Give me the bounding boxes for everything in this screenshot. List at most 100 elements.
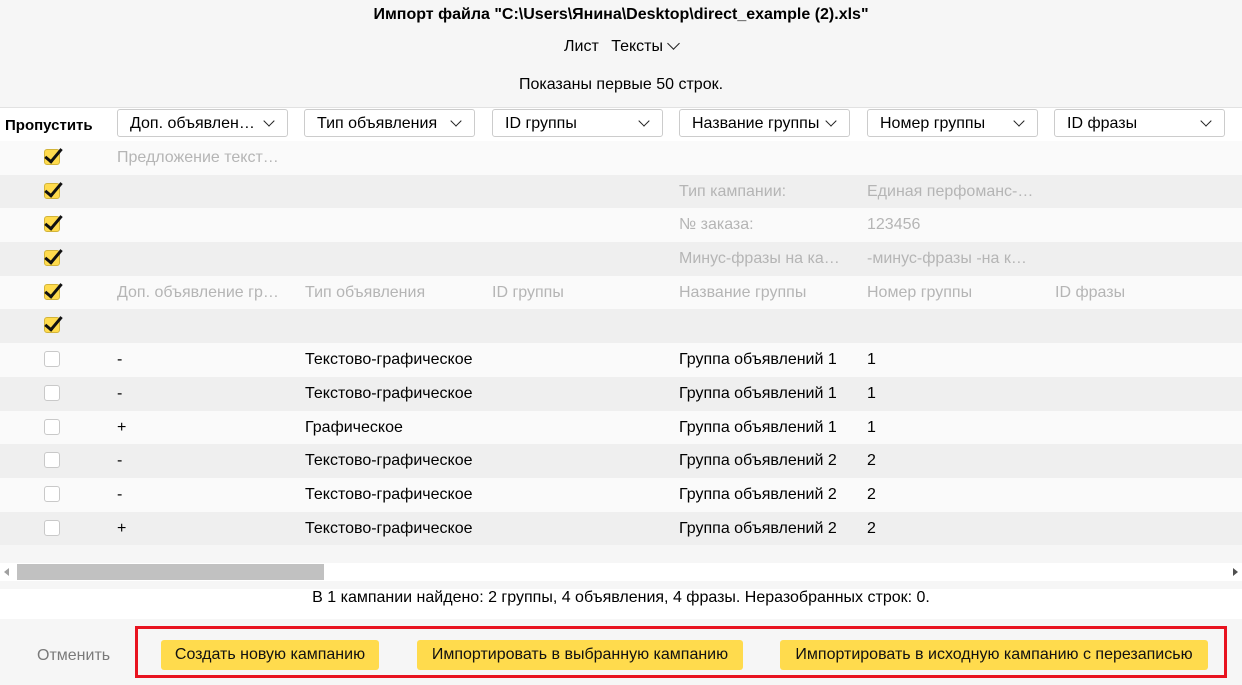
- column-select-2[interactable]: Тип объявления: [304, 109, 475, 137]
- table-cell: 2: [867, 452, 876, 470]
- column-select-label: Тип объявления: [317, 115, 438, 132]
- create-new-campaign-button[interactable]: Создать новую кампанию: [161, 640, 379, 670]
- chevron-down-icon: [1200, 115, 1212, 127]
- cancel-button[interactable]: Отменить: [37, 647, 110, 665]
- skip-row-checkbox[interactable]: [44, 245, 63, 267]
- column-select-1[interactable]: Доп. объявлен…: [117, 109, 288, 137]
- table-row: - Текстово-графическое Группа объявлений 1…: [0, 343, 1242, 377]
- table-row: Доп. объявление гр… Тип объявления ID груп…: [0, 275, 1242, 310]
- table-row: + Графическое Группа объявлений 1 1: [0, 410, 1242, 445]
- table-cell: +: [117, 519, 127, 537]
- table-row: № заказа: 123456: [0, 208, 1242, 243]
- column-select-4[interactable]: Название группы: [679, 109, 850, 137]
- skip-row-checkbox[interactable]: [44, 278, 63, 300]
- table-cell: 2: [867, 485, 876, 503]
- table-cell: Доп. объявление гр…: [117, 283, 279, 301]
- sheet-value: Тексты: [611, 38, 663, 55]
- horizontal-scrollbar[interactable]: [0, 563, 1242, 581]
- table-cell: Текстово-графическое: [305, 519, 473, 537]
- chevron-down-icon: [638, 115, 650, 127]
- dialog-footer: Отменить Создать новую кампанию Импортир…: [0, 621, 1242, 685]
- skip-row-checkbox[interactable]: [44, 485, 60, 502]
- table-cell: Предложение текст…: [117, 149, 279, 166]
- skip-row-checkbox[interactable]: [44, 384, 60, 401]
- table-cell: Группа объявлений 1: [679, 384, 837, 402]
- column-select-5[interactable]: Номер группы: [867, 109, 1038, 137]
- table-cell: ID фразы: [1055, 283, 1126, 301]
- column-select-3[interactable]: ID группы: [492, 109, 663, 137]
- checkmark-icon: [44, 211, 63, 232]
- table-cell: -минус-фразы -на к…: [867, 250, 1027, 268]
- table-cell: Группа объявлений 1: [679, 418, 837, 436]
- checkmark-icon: [44, 177, 63, 198]
- table-row: Предложение текст…: [0, 141, 1242, 175]
- skip-row-checkbox[interactable]: [44, 452, 60, 469]
- table-cell: Тип объявления: [305, 283, 426, 301]
- table-cell: Группа объявлений 2: [679, 452, 837, 470]
- table-row: Минус-фразы на ка… -минус-фразы -на к…: [0, 242, 1242, 276]
- sheet-dropdown[interactable]: Тексты: [611, 37, 680, 55]
- skip-row-checkbox[interactable]: [44, 144, 63, 165]
- checkmark-icon: [44, 278, 63, 299]
- table-cell: 2: [867, 519, 876, 537]
- sheet-selector: Лист Тексты: [0, 37, 1242, 56]
- skip-row-checkbox[interactable]: [44, 312, 63, 334]
- scroll-right-arrow-icon[interactable]: [1233, 568, 1238, 576]
- table-cell: Минус-фразы на ка…: [679, 250, 840, 268]
- table-cell: Единая перфоманс-…: [867, 182, 1034, 200]
- table-row: + Текстово-графическое Группа объявлений 2…: [0, 511, 1242, 546]
- table-cell: Тип кампании:: [679, 182, 787, 200]
- table-cell: Графическое: [305, 418, 403, 436]
- checkmark-icon: [44, 312, 63, 333]
- column-select-label: ID фразы: [1067, 115, 1138, 132]
- column-header-row: Пропустить Доп. объявлен… Тип объявления…: [0, 108, 1242, 141]
- dialog-title: Импорт файла "C:\Users\Янина\Desktop\dir…: [373, 6, 869, 23]
- skip-row-checkbox[interactable]: [44, 418, 60, 435]
- table-row: [0, 309, 1242, 344]
- import-source-campaign-overwrite-button[interactable]: Импортировать в исходную кампанию с пере…: [780, 640, 1208, 670]
- skip-column-label: Пропустить: [5, 117, 93, 134]
- table-cell: 1: [867, 351, 876, 369]
- column-select-label: Название группы: [692, 115, 820, 132]
- table-cell: -: [117, 485, 123, 503]
- table-row: Тип кампании: Единая перфоманс-…: [0, 174, 1242, 209]
- table-cell: Текстово-графическое: [305, 384, 473, 402]
- table-cell: Номер группы: [867, 283, 973, 301]
- chevron-down-icon: [825, 115, 837, 127]
- table-cell: 1: [867, 384, 876, 402]
- import-summary: В 1 кампании найдено: 2 группы, 4 объявл…: [0, 589, 1242, 619]
- sheet-label: Лист: [564, 38, 599, 55]
- checkmark-icon: [44, 144, 63, 164]
- scrollbar-thumb[interactable]: [17, 564, 324, 580]
- chevron-down-icon: [667, 37, 680, 50]
- skip-row-checkbox[interactable]: [44, 211, 63, 233]
- skip-row-checkbox[interactable]: [44, 519, 60, 536]
- column-select-label: ID группы: [505, 115, 577, 132]
- table-cell: Группа объявлений 2: [679, 485, 837, 503]
- skip-row-checkbox[interactable]: [44, 177, 63, 199]
- table-row: - Текстово-графическое Группа объявлений 2…: [0, 444, 1242, 478]
- rows-shown-note: Показаны первые 50 строк.: [518, 76, 724, 93]
- import-selected-campaign-button[interactable]: Импортировать в выбранную кампанию: [417, 640, 743, 670]
- column-select-label: Номер группы: [880, 115, 986, 132]
- table-row: - Текстово-графическое Группа объявлений 1…: [0, 376, 1242, 411]
- table-cell: ID группы: [492, 283, 564, 301]
- table-cell: Текстово-графическое: [305, 452, 473, 470]
- column-select-label: Доп. объявлен…: [130, 115, 255, 132]
- table-cell: -: [117, 384, 123, 402]
- checkmark-icon: [44, 245, 63, 265]
- table-cell: Текстово-графическое: [305, 351, 473, 369]
- skip-row-checkbox[interactable]: [44, 351, 60, 368]
- table-cell: +: [117, 418, 127, 436]
- table-cell: Текстово-графическое: [305, 485, 473, 503]
- column-select-6[interactable]: ID фразы: [1054, 109, 1225, 137]
- table-row: - Текстово-графическое Группа объявлений 2…: [0, 477, 1242, 512]
- scroll-left-arrow-icon[interactable]: [4, 568, 9, 576]
- table-cell: -: [117, 351, 123, 369]
- table-cell: Группа объявлений 2: [679, 519, 837, 537]
- table-cell: 1: [867, 418, 876, 436]
- chevron-down-icon: [263, 115, 275, 127]
- chevron-down-icon: [450, 115, 462, 127]
- table-cell: 123456: [867, 216, 921, 234]
- table-cell: № заказа:: [679, 216, 754, 234]
